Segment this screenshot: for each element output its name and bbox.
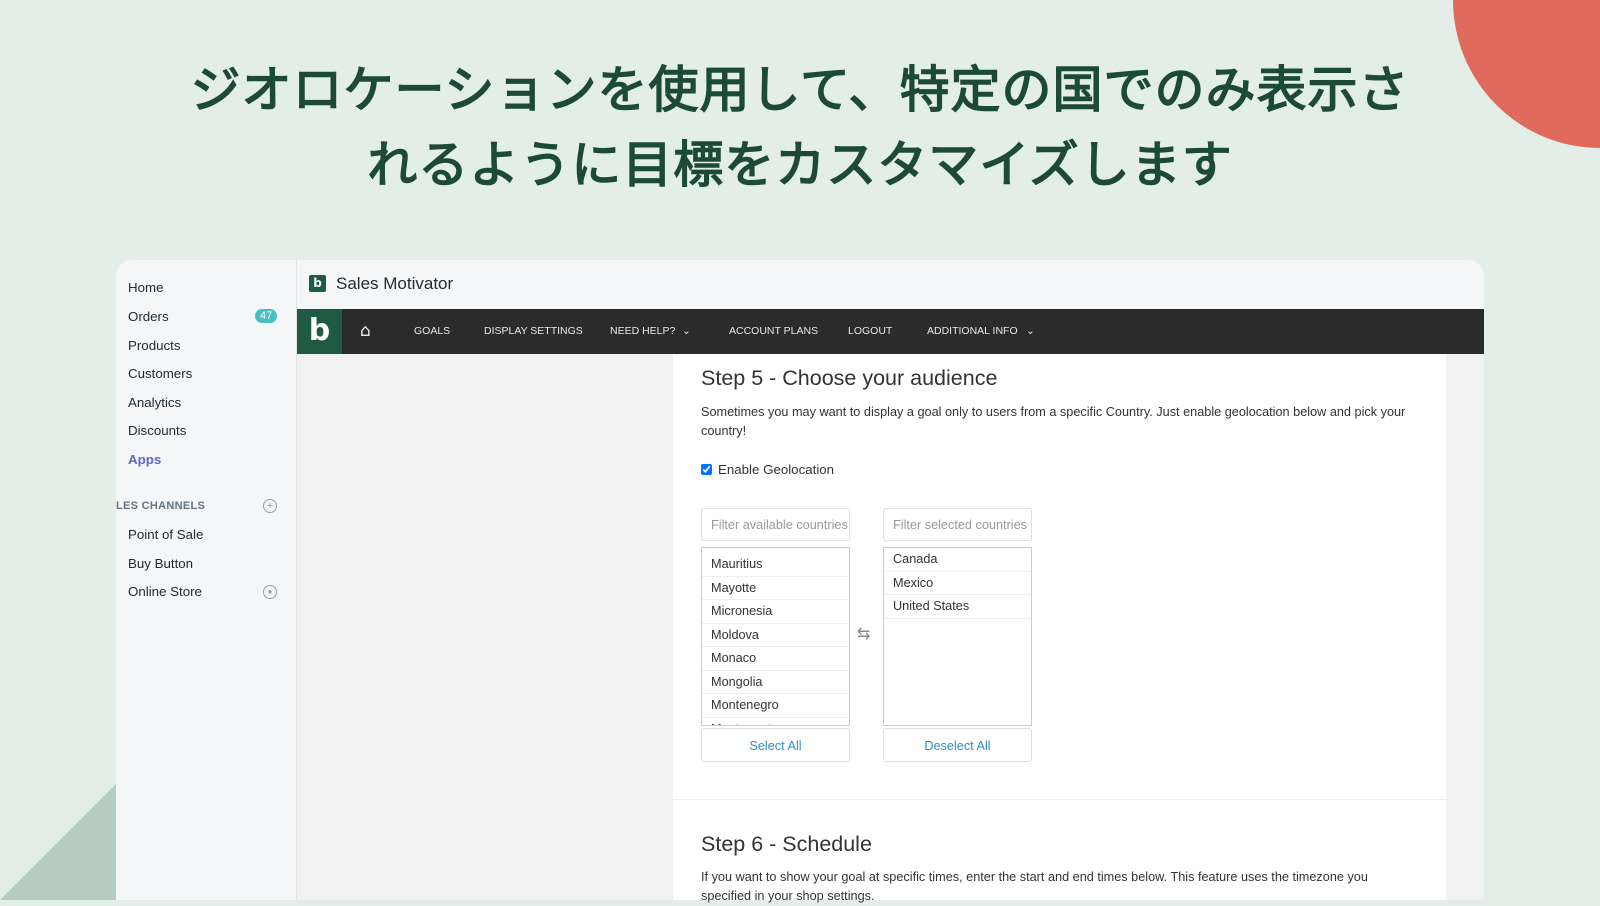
- eye-icon[interactable]: ●: [263, 585, 277, 599]
- sidebar-item-buy-button[interactable]: Buy Button: [128, 556, 193, 571]
- filter-selected-input[interactable]: Filter selected countries: [883, 508, 1032, 541]
- step5-title: Step 5 - Choose your audience: [701, 366, 998, 390]
- app-window: Home Orders 47 Products Customers Analyt…: [116, 260, 1484, 903]
- home-icon[interactable]: ⌂: [360, 321, 371, 341]
- nav-account-plans[interactable]: ACCOUNT PLANS: [729, 325, 818, 337]
- sidebar-item-products[interactable]: Products: [128, 338, 180, 353]
- list-item[interactable]: Mauritius: [702, 553, 849, 577]
- settings-panel: Step 5 - Choose your audience Sometimes …: [673, 354, 1446, 903]
- nav-additional-info[interactable]: ADDITIONAL INFO: [927, 325, 1018, 337]
- list-item[interactable]: Montserrat: [702, 718, 849, 726]
- swap-arrows-icon: ⇆: [857, 626, 871, 643]
- headline-line-1: ジオロケーションを使用して、特定の国でのみ表示さ: [190, 61, 1410, 119]
- add-channel-icon[interactable]: +: [263, 499, 277, 513]
- nav-logo[interactable]: b: [297, 309, 342, 354]
- sidebar-item-home[interactable]: Home: [128, 280, 163, 295]
- available-countries-list[interactable]: Mauritius Mayotte Micronesia Moldova Mon…: [701, 547, 850, 726]
- sidebar-item-orders[interactable]: Orders: [128, 309, 169, 324]
- nav-bar: b ⌂ GOALS DISPLAY SETTINGS NEED HELP? ⌄ …: [297, 309, 1484, 354]
- sidebar-item-online-store[interactable]: Online Store: [128, 584, 202, 599]
- orders-badge: 47: [255, 309, 278, 323]
- nav-need-help[interactable]: NEED HELP?: [610, 325, 675, 337]
- headline-line-2: れるように目標をカスタマイズします: [367, 136, 1233, 194]
- sidebar-item-customers[interactable]: Customers: [128, 366, 192, 381]
- sales-channels-heading: LES CHANNELS: [116, 500, 206, 512]
- list-item[interactable]: United States: [884, 595, 1031, 619]
- sidebar-item-discounts[interactable]: Discounts: [128, 423, 186, 438]
- section-divider: [673, 799, 1446, 800]
- chevron-down-icon[interactable]: ⌄: [1026, 325, 1035, 337]
- deselect-all-button[interactable]: Deselect All: [883, 728, 1032, 762]
- geolocation-label: Enable Geolocation: [718, 462, 835, 477]
- list-item[interactable]: Mayotte: [702, 577, 849, 600]
- app-title: Sales Motivator: [336, 274, 454, 293]
- nav-goals[interactable]: GOALS: [414, 325, 450, 337]
- list-item[interactable]: Mongolia: [702, 671, 849, 694]
- nav-display-settings[interactable]: DISPLAY SETTINGS: [484, 325, 583, 337]
- step6-description: If you want to show your goal at specifi…: [701, 870, 1368, 903]
- headline: ジオロケーションを使用して、特定の国でのみ表示さ れるように目標をカスタマイズし…: [100, 53, 1500, 203]
- app-header: b Sales Motivator: [297, 260, 1484, 309]
- sidebar: Home Orders 47 Products Customers Analyt…: [116, 260, 297, 900]
- sidebar-item-apps[interactable]: Apps: [128, 452, 161, 467]
- list-item[interactable]: Mexico: [884, 572, 1031, 595]
- nav-logout[interactable]: LOGOUT: [848, 325, 892, 337]
- filter-available-input[interactable]: Filter available countries: [701, 508, 850, 541]
- decorative-triangle: [0, 784, 116, 900]
- list-item[interactable]: Monaco: [702, 647, 849, 671]
- geolocation-checkbox[interactable]: [701, 464, 712, 475]
- step6-title: Step 6 - Schedule: [701, 832, 872, 856]
- chevron-down-icon[interactable]: ⌄: [682, 325, 691, 337]
- step5-description: Sometimes you may want to display a goal…: [701, 405, 1406, 438]
- enable-geolocation-checkbox[interactable]: Enable Geolocation: [701, 462, 834, 477]
- sidebar-item-analytics[interactable]: Analytics: [128, 395, 181, 410]
- stage: ジオロケーションを使用して、特定の国でのみ表示さ れるように目標をカスタマイズし…: [0, 0, 1600, 903]
- list-item[interactable]: Micronesia: [702, 600, 849, 624]
- sidebar-item-point-of-sale[interactable]: Point of Sale: [128, 527, 203, 542]
- app-logo: b: [309, 275, 326, 292]
- list-item[interactable]: Moldova: [702, 624, 849, 647]
- selected-countries-list[interactable]: Canada Mexico United States: [883, 547, 1032, 726]
- list-item[interactable]: Montenegro: [702, 694, 849, 718]
- select-all-button[interactable]: Select All: [701, 728, 850, 762]
- list-item[interactable]: Canada: [884, 548, 1031, 572]
